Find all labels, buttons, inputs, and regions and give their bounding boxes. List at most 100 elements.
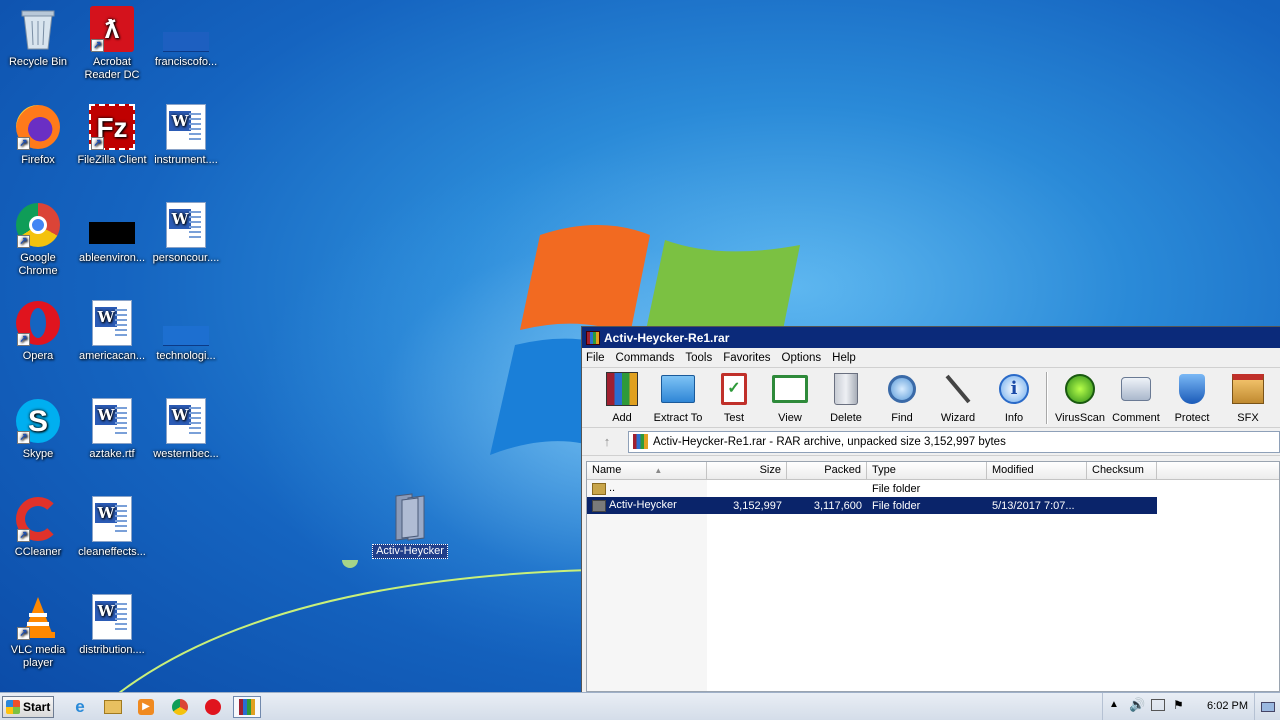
test-clipboard-icon: ✓: [715, 370, 753, 408]
chrome-icon: [172, 699, 188, 715]
taskbar-explorer-button[interactable]: [99, 696, 127, 718]
desktop-icon-recycle-bin[interactable]: Recycle Bin: [0, 6, 76, 69]
desktop-icon-cleaneffects[interactable]: W cleaneffects...: [74, 496, 150, 559]
taskbar-winrar-button[interactable]: [233, 696, 261, 718]
desktop-icon-label: aztake.rtf: [89, 448, 135, 460]
add-archive-icon: [603, 370, 641, 408]
info-button[interactable]: i Info: [986, 370, 1042, 424]
menu-favorites[interactable]: Favorites: [723, 352, 770, 364]
menu-commands[interactable]: Commands: [616, 352, 675, 364]
desktop-icon-label: CCleaner: [14, 546, 62, 558]
desktop-icon-americacan[interactable]: W americacan...: [74, 300, 150, 363]
sfx-button[interactable]: SFX: [1220, 370, 1276, 424]
opera-icon: [205, 699, 221, 715]
desktop-icon-aztake[interactable]: W aztake.rtf: [74, 398, 150, 461]
up-one-level-button[interactable]: ↑: [586, 431, 628, 453]
desktop-icon-chrome[interactable]: ↗ Google Chrome: [0, 202, 76, 278]
blank-file-icon: [163, 6, 209, 52]
taskbar-chrome-button[interactable]: [166, 696, 194, 718]
protect-button[interactable]: Protect: [1164, 370, 1220, 424]
desktop-icon-skype[interactable]: S ↗ Skype: [0, 398, 76, 461]
extract-to-button[interactable]: Extract To: [650, 370, 706, 424]
window-titlebar[interactable]: Activ-Heycker-Re1.rar: [582, 327, 1280, 348]
virusscan-button[interactable]: VirusScan: [1052, 370, 1108, 424]
address-bar: ↑ Activ-Heycker-Re1.rar - RAR archive, u…: [582, 428, 1280, 456]
desktop-icon-franciscofo[interactable]: franciscofo...: [148, 6, 224, 69]
volume-icon[interactable]: 🔊: [1129, 697, 1145, 713]
shortcut-arrow-icon: ↗: [17, 627, 30, 640]
desktop-icon-label: Activ-Heycker: [372, 544, 448, 559]
wizard-button[interactable]: Wizard: [930, 370, 986, 424]
row-modified: 5/13/2017 7:07...: [992, 499, 1075, 512]
test-button[interactable]: ✓ Test: [706, 370, 762, 424]
archive-path-field[interactable]: Activ-Heycker-Re1.rar - RAR archive, unp…: [628, 430, 1280, 453]
taskbar-ie-button[interactable]: e: [66, 696, 94, 718]
window-title: Activ-Heycker-Re1.rar: [604, 330, 730, 345]
menu-file[interactable]: File: [586, 352, 605, 364]
shield-icon: [1173, 370, 1211, 408]
word-doc-icon: W: [163, 202, 209, 248]
table-row-selected[interactable]: Activ-Heycker 3,152,997 3,117,600 File f…: [587, 497, 1157, 514]
column-modified[interactable]: Modified: [987, 462, 1087, 480]
desktop-icon-firefox[interactable]: ↗ Firefox: [0, 104, 76, 167]
table-row[interactable]: .. File folder: [587, 480, 1279, 497]
winrar-icon: [239, 699, 255, 715]
word-doc-icon: W: [89, 496, 135, 542]
column-packed[interactable]: Packed: [787, 462, 867, 480]
desktop-icon-vlc[interactable]: ↗ VLC media player: [0, 594, 76, 670]
column-type[interactable]: Type: [867, 462, 987, 480]
extract-folder-icon: [659, 370, 697, 408]
start-button[interactable]: Start: [2, 696, 54, 718]
desktop-icon-filezilla[interactable]: Fz ↗ FileZilla Client: [74, 104, 150, 167]
action-center-flag-icon[interactable]: ⚑: [1173, 698, 1184, 712]
desktop-icon-ccleaner[interactable]: ↗ CCleaner: [0, 496, 76, 559]
network-icon[interactable]: [1151, 699, 1165, 711]
column-checksum[interactable]: Checksum: [1087, 462, 1157, 480]
menu-options[interactable]: Options: [782, 352, 822, 364]
desktop-icon-label: Recycle Bin: [8, 56, 68, 68]
file-list[interactable]: Name ▲ Size Packed Type Modified Checksu…: [586, 461, 1280, 692]
desktop-icon-opera[interactable]: ↗ Opera: [0, 300, 76, 363]
info-icon: i: [995, 370, 1033, 408]
taskbar-opera-button[interactable]: [199, 696, 227, 718]
wallpaper-swoosh: [110, 560, 590, 700]
desktop-icon-label: instrument....: [154, 154, 218, 166]
show-desktop-button[interactable]: [1254, 693, 1280, 720]
desktop-icon-distribution[interactable]: W distribution....: [74, 594, 150, 657]
folder-icon: [592, 499, 606, 512]
menu-tools[interactable]: Tools: [685, 352, 712, 364]
firefox-icon: ↗: [15, 104, 61, 150]
add-label: Add: [612, 412, 632, 424]
comment-button[interactable]: Comment: [1108, 370, 1164, 424]
row-name: ..: [609, 482, 616, 495]
column-size[interactable]: Size: [707, 462, 787, 480]
blank-file-icon: [163, 300, 209, 346]
find-button[interactable]: Find: [874, 370, 930, 424]
folder-icon: [387, 493, 433, 541]
add-button[interactable]: Add: [594, 370, 650, 424]
rar-archive-icon: [633, 434, 648, 449]
sfx-box-icon: [1229, 370, 1267, 408]
desktop-icon-label: franciscofo...: [154, 56, 218, 68]
desktop-icon-personcour[interactable]: W personcour....: [148, 202, 224, 265]
column-name[interactable]: Name ▲: [587, 462, 707, 480]
shortcut-arrow-icon: ↗: [17, 137, 30, 150]
winrar-icon: [586, 330, 600, 345]
desktop-icon-ableenviron[interactable]: ableenviron...: [74, 202, 150, 265]
desktop-icon-activ-heycker[interactable]: Activ-Heycker: [372, 493, 448, 559]
desktop-icon-technologi[interactable]: technologi...: [148, 300, 224, 363]
desktop-icon-instrument[interactable]: W instrument....: [148, 104, 224, 167]
desktop-icon-acrobat[interactable]: ƛ ↗ Acrobat Reader DC: [74, 6, 150, 82]
view-button[interactable]: View: [762, 370, 818, 424]
clock[interactable]: 6:02 PM: [1207, 700, 1248, 712]
menu-help[interactable]: Help: [832, 352, 856, 364]
taskbar-media-player-button[interactable]: ▶: [132, 696, 160, 718]
show-hidden-icons-button[interactable]: ▲: [1109, 699, 1119, 710]
test-label: Test: [723, 412, 745, 424]
desktop-icon-label: Acrobat Reader DC: [84, 56, 140, 81]
desktop-icon-westernbec[interactable]: W westernbec...: [148, 398, 224, 461]
chrome-icon: ↗: [15, 202, 61, 248]
delete-button[interactable]: Delete: [818, 370, 874, 424]
desktop-icon-label: FileZilla Client: [77, 154, 147, 166]
shortcut-arrow-icon: ↗: [17, 235, 30, 248]
